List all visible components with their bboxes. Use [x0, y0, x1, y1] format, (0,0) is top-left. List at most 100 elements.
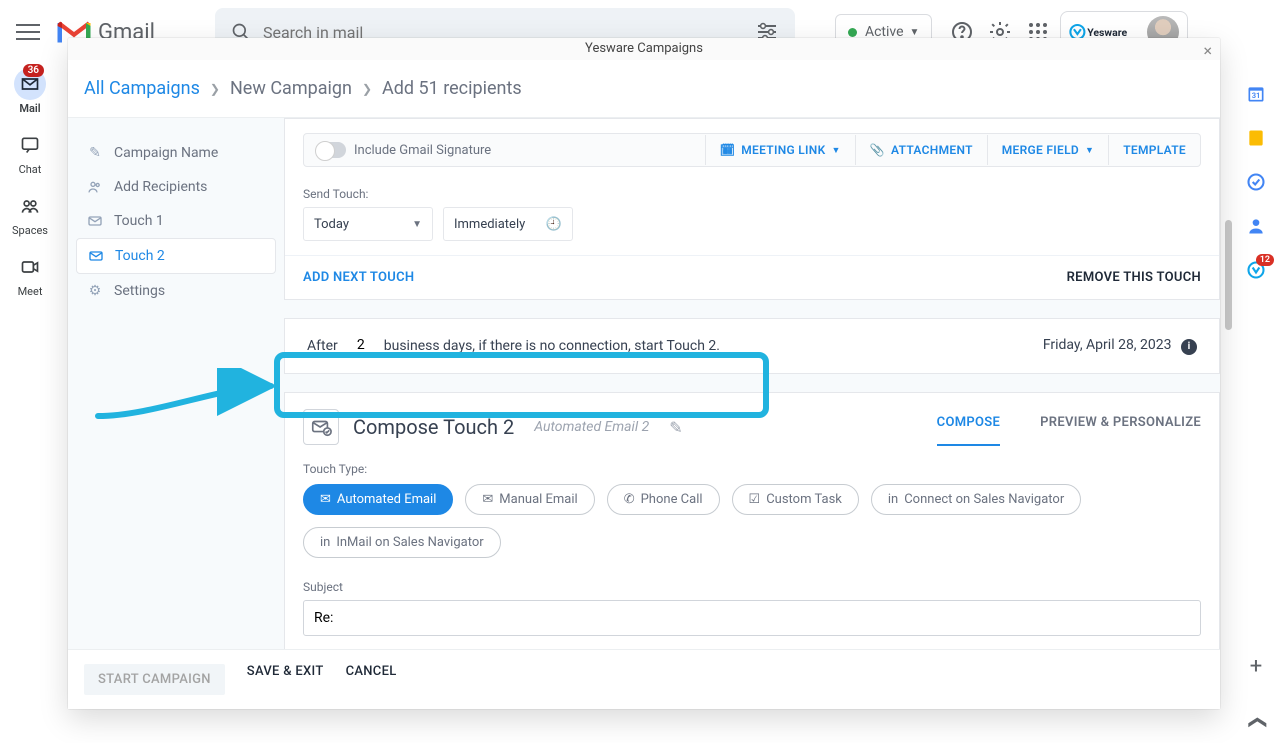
- sidebar-item-touch-1[interactable]: Touch 1: [76, 204, 276, 238]
- sidebar-item-label: Settings: [114, 283, 165, 299]
- touch-actions: ADD NEXT TOUCH REMOVE THIS TOUCH: [285, 255, 1219, 299]
- edit-name-icon[interactable]: ✎: [669, 418, 682, 437]
- send-time-dropdown[interactable]: Immediately 🕘: [443, 207, 573, 241]
- signature-toggle-row: Include Gmail Signature: [304, 134, 705, 166]
- tasks-icon[interactable]: [1246, 172, 1266, 192]
- gear-icon: ⚙: [86, 282, 104, 300]
- sidebar-item-touch-2[interactable]: Touch 2: [76, 238, 276, 274]
- rail-spaces-label: Spaces: [12, 224, 48, 237]
- sidebar-item-label: Touch 1: [114, 213, 164, 229]
- rail-meet[interactable]: Meet: [14, 251, 46, 298]
- breadcrumb: All Campaigns ❯ New Campaign ❯ Add 51 re…: [68, 60, 1220, 118]
- touch-email-icon: [303, 409, 339, 445]
- breadcrumb-add-recipients: Add 51 recipients: [382, 78, 522, 99]
- remove-touch-button[interactable]: REMOVE THIS TOUCH: [1067, 270, 1201, 285]
- pill-automated-email[interactable]: ✉Automated Email: [303, 484, 453, 515]
- chevron-down-icon: ▼: [1085, 145, 1094, 156]
- campaigns-modal: Yesware Campaigns × All Campaigns ❯ New …: [68, 38, 1220, 709]
- people-icon: [86, 178, 104, 196]
- delay-settings-card: After business days, if there is no conn…: [284, 318, 1220, 374]
- sidebar-item-label: Campaign Name: [114, 145, 218, 161]
- add-addon-icon[interactable]: +: [1250, 654, 1262, 679]
- task-icon: ☑: [749, 492, 761, 507]
- send-icon: [87, 247, 105, 265]
- linkedin-icon: in: [888, 492, 898, 507]
- rail-mail[interactable]: 36 Mail: [14, 68, 46, 115]
- breadcrumb-new-campaign: New Campaign: [230, 78, 352, 99]
- compose-tabs: COMPOSE PREVIEW & PERSONALIZE: [937, 409, 1201, 446]
- cancel-button[interactable]: CANCEL: [346, 664, 397, 695]
- chevron-right-icon: ❯: [362, 82, 372, 96]
- modal-title: Yesware Campaigns: [585, 41, 703, 56]
- delay-days-input[interactable]: [344, 337, 378, 354]
- compose-touch-card: Compose Touch 2 Automated Email 2 ✎ COMP…: [284, 392, 1220, 650]
- keep-icon[interactable]: [1246, 128, 1266, 148]
- yesware-icon[interactable]: 12: [1246, 260, 1266, 280]
- tab-compose[interactable]: COMPOSE: [937, 409, 1001, 446]
- add-next-touch-button[interactable]: ADD NEXT TOUCH: [303, 270, 414, 285]
- sidebar-item-settings[interactable]: ⚙ Settings: [76, 274, 276, 308]
- pill-inmail-sales-navigator[interactable]: inInMail on Sales Navigator: [303, 527, 501, 558]
- touch-type-pills: ✉Automated Email ✉Manual Email ✆Phone Ca…: [285, 484, 1219, 558]
- sidebar-item-campaign-name[interactable]: ✎ Campaign Name: [76, 136, 276, 170]
- send-day-dropdown[interactable]: Today▼: [303, 207, 433, 241]
- touch-options-card: Include Gmail Signature 🗓 MEETING LINK ▼…: [284, 118, 1220, 300]
- scrollbar-thumb[interactable]: [1225, 220, 1232, 330]
- meeting-link-button[interactable]: 🗓 MEETING LINK ▼: [705, 135, 855, 165]
- status-dot-icon: [848, 28, 857, 37]
- rail-spaces[interactable]: Spaces: [12, 190, 48, 237]
- pill-custom-task[interactable]: ☑Custom Task: [732, 484, 859, 515]
- template-button[interactable]: TEMPLATE: [1108, 135, 1200, 165]
- pill-phone-call[interactable]: ✆Phone Call: [607, 484, 720, 515]
- touch-type-label: Touch Type:: [303, 462, 1201, 476]
- meet-icon: [14, 251, 46, 283]
- tab-preview-personalize[interactable]: PREVIEW & PERSONALIZE: [1040, 409, 1201, 446]
- chevron-down-icon: ▼: [832, 145, 841, 156]
- attachment-button[interactable]: 📎 ATTACHMENT: [855, 135, 987, 165]
- sidebar-item-label: Touch 2: [115, 248, 165, 264]
- pill-connect-sales-navigator[interactable]: inConnect on Sales Navigator: [871, 484, 1081, 515]
- breadcrumb-all-campaigns[interactable]: All Campaigns: [84, 78, 200, 99]
- svg-text:31: 31: [1252, 91, 1261, 100]
- attachment-icon: 📎: [870, 143, 885, 157]
- send-touch-label: Send Touch:: [303, 187, 1201, 201]
- start-campaign-button: START CAMPAIGN: [84, 664, 225, 695]
- campaign-sidebar: ✎ Campaign Name Add Recipients Touch 1 T…: [68, 118, 284, 649]
- contacts-icon[interactable]: [1246, 216, 1266, 236]
- sidebar-item-add-recipients[interactable]: Add Recipients: [76, 170, 276, 204]
- delay-date-row: Friday, April 28, 2023 i: [1043, 337, 1197, 355]
- subject-input[interactable]: [314, 610, 1190, 626]
- signature-toggle[interactable]: [316, 142, 346, 158]
- main-menu-icon[interactable]: [16, 20, 40, 44]
- calendar-small-icon: 🗓: [720, 143, 736, 157]
- rail-chat[interactable]: Chat: [14, 129, 46, 176]
- chat-icon: [14, 129, 46, 161]
- delay-after-text: business days, if there is no connection…: [384, 338, 720, 354]
- send-touch-row: Today▼ Immediately 🕘: [303, 207, 1201, 241]
- mail-badge: 36: [23, 64, 44, 77]
- compose-subtitle: Automated Email 2: [534, 419, 649, 435]
- rail-chat-label: Chat: [19, 163, 42, 176]
- delay-date: Friday, April 28, 2023: [1043, 337, 1172, 353]
- save-exit-button[interactable]: SAVE & EXIT: [247, 664, 324, 695]
- info-icon[interactable]: i: [1181, 339, 1197, 355]
- auto-email-icon: ✉: [320, 492, 331, 507]
- modal-footer: START CAMPAIGN SAVE & EXIT CANCEL: [68, 649, 1220, 709]
- chevron-right-icon: ❯: [210, 82, 220, 96]
- linkedin-icon: in: [320, 535, 330, 550]
- pill-manual-email[interactable]: ✉Manual Email: [465, 484, 594, 515]
- calendar-icon[interactable]: 31: [1246, 84, 1266, 104]
- send-icon: [86, 212, 104, 230]
- manual-email-icon: ✉: [482, 492, 493, 507]
- close-icon[interactable]: ×: [1203, 40, 1212, 62]
- gmail-left-rail: 36 Mail Chat Spaces Meet: [0, 64, 60, 743]
- side-panel-collapse-icon[interactable]: ❯: [1246, 715, 1267, 730]
- clock-icon: 🕘: [546, 217, 562, 232]
- gmail-side-panel: 31 12 +: [1232, 64, 1280, 743]
- compose-title: Compose Touch 2: [353, 415, 514, 439]
- pencil-icon: ✎: [86, 144, 104, 162]
- signature-label: Include Gmail Signature: [354, 143, 491, 158]
- merge-field-button[interactable]: MERGE FIELD ▼: [987, 135, 1108, 165]
- phone-icon: ✆: [624, 492, 635, 507]
- delay-before-text: After: [307, 338, 338, 354]
